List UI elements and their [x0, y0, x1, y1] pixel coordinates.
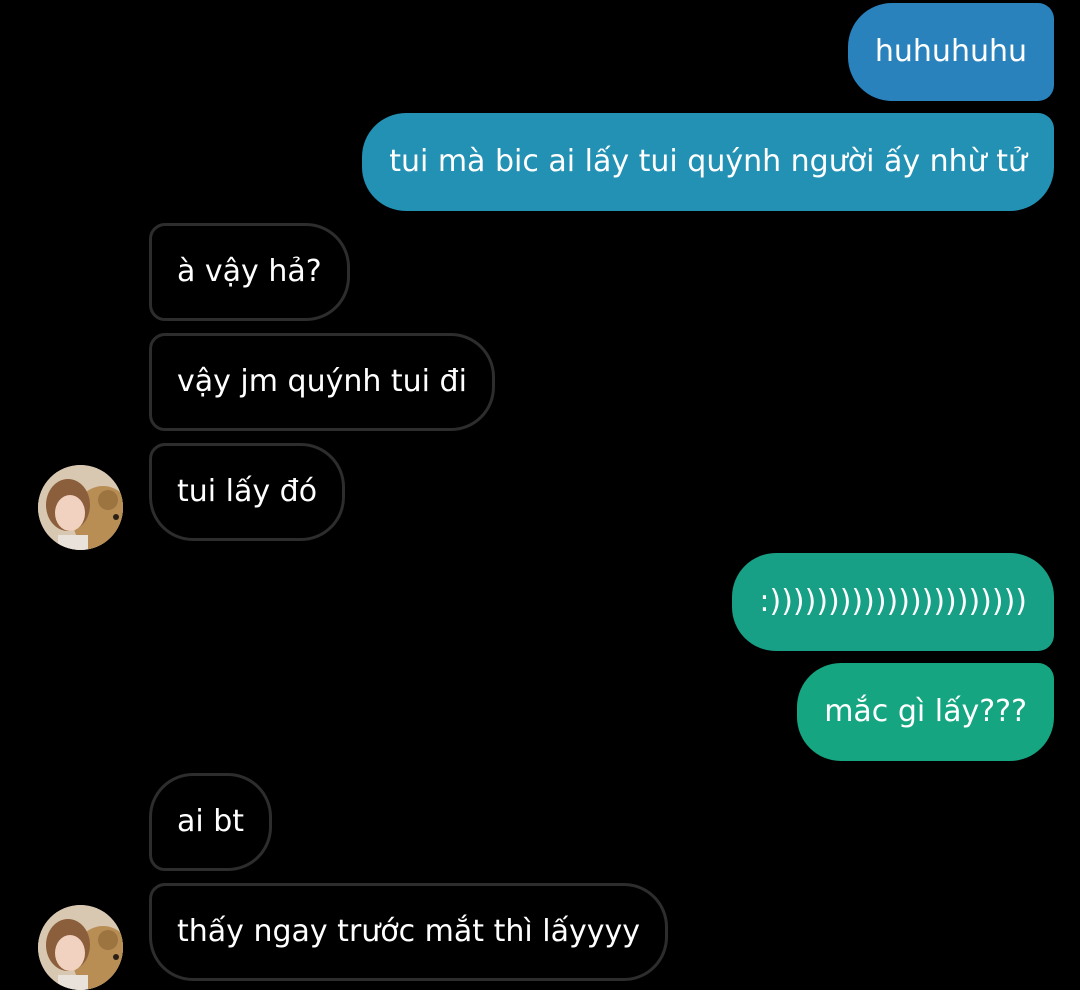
contact-avatar[interactable]	[38, 465, 123, 550]
message-text: mắc gì lấy???	[824, 694, 1027, 729]
avatar-photo	[38, 905, 123, 990]
message-text: thấy ngay trước mắt thì lấyyyy	[177, 914, 640, 949]
sent-message-bubble[interactable]: huhuhuhu	[847, 3, 1054, 101]
message-text: à vậy hả?	[177, 254, 322, 289]
message-text: tui lấy đó	[177, 474, 318, 509]
received-message-bubble[interactable]: ai bt	[149, 773, 273, 871]
message-text: vậy jm quýnh tui đi	[177, 364, 467, 399]
contact-avatar[interactable]	[38, 905, 123, 990]
sent-message-bubble[interactable]: tui mà bic ai lấy tui quýnh người ấy nhừ…	[362, 113, 1054, 211]
message-text: ai bt	[177, 804, 245, 839]
received-message-bubble[interactable]: thấy ngay trước mắt thì lấyyyy	[149, 883, 668, 981]
received-message-bubble[interactable]: vậy jm quýnh tui đi	[149, 333, 495, 431]
message-text: :))))))))))))))))))))))	[759, 584, 1027, 619]
message-text: tui mà bic ai lấy tui quýnh người ấy nhừ…	[389, 144, 1027, 179]
avatar-photo	[38, 465, 123, 550]
received-message-bubble[interactable]: à vậy hả?	[149, 223, 350, 321]
sent-message-bubble[interactable]: mắc gì lấy???	[797, 663, 1054, 761]
received-message-bubble[interactable]: tui lấy đó	[149, 443, 346, 541]
sent-message-bubble[interactable]: :))))))))))))))))))))))	[732, 553, 1054, 651]
message-text: huhuhuhu	[874, 34, 1027, 69]
